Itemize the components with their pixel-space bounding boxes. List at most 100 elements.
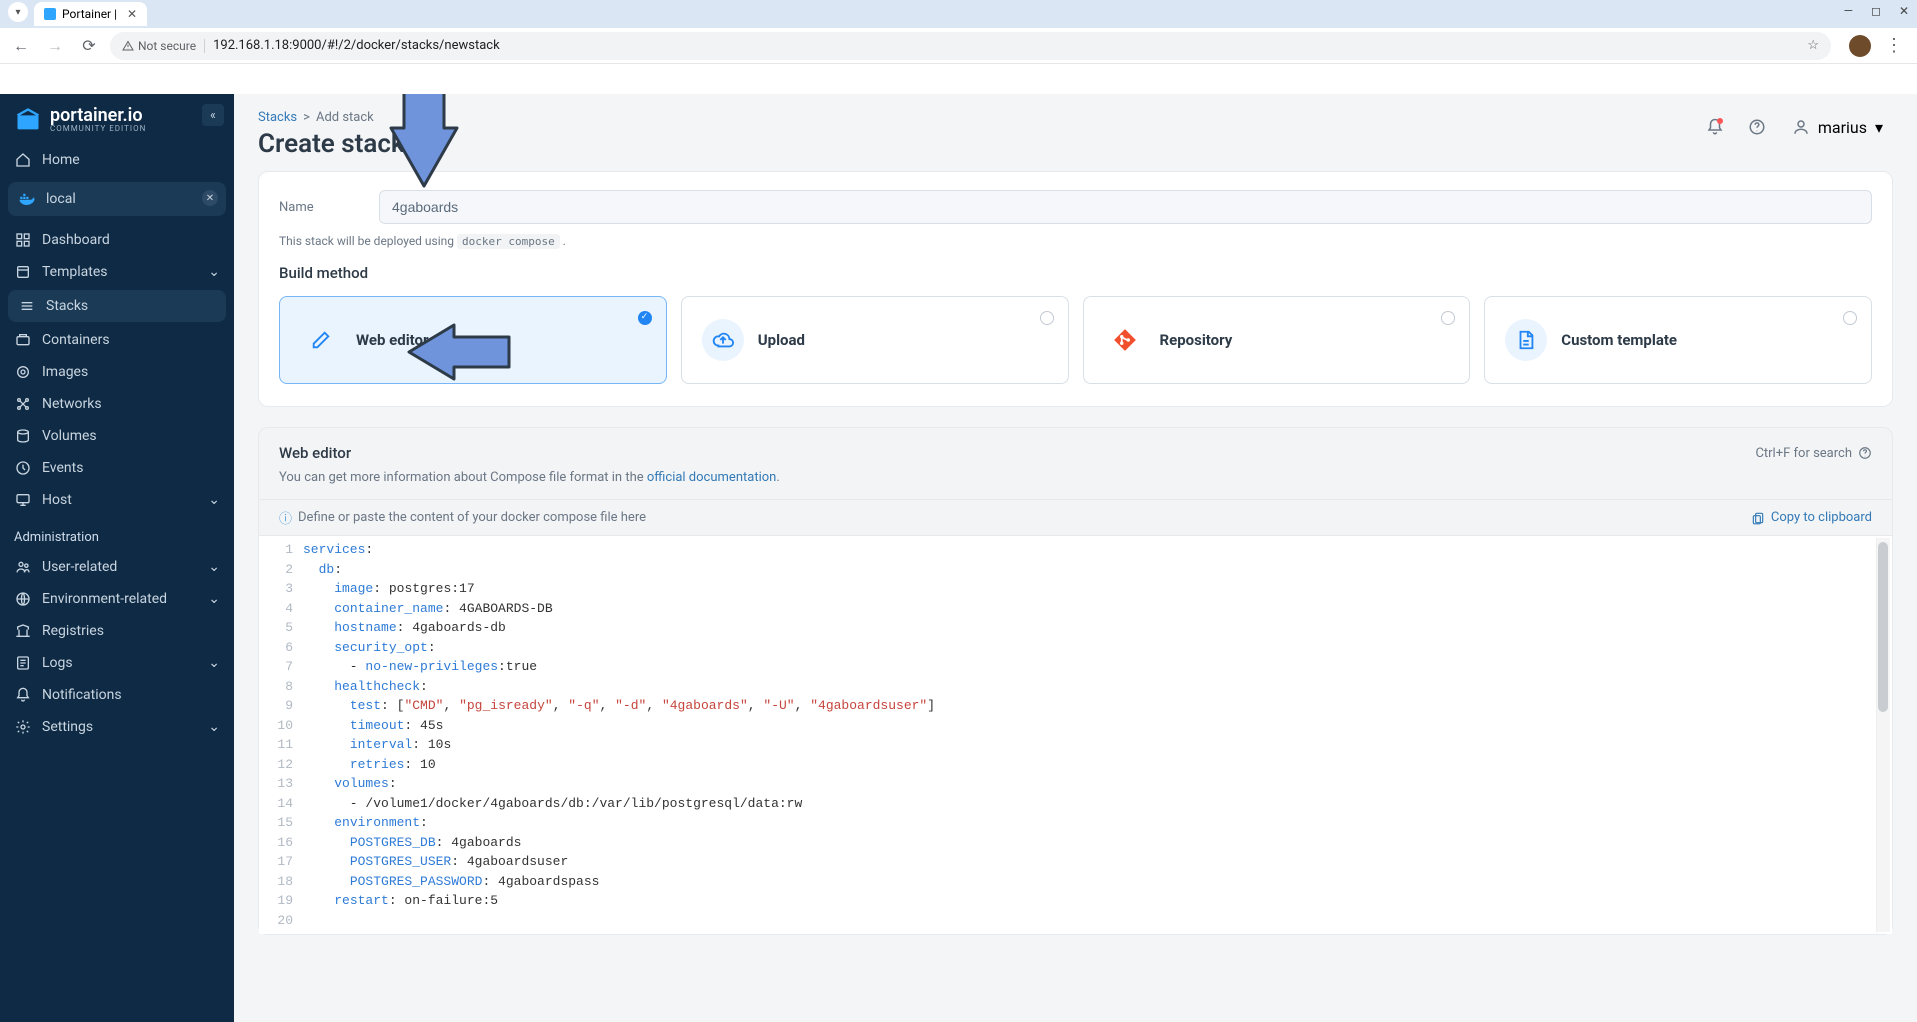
sidebar-item-containers[interactable]: Containers <box>0 324 234 356</box>
env-icon <box>14 591 32 607</box>
registries-icon <box>14 623 32 639</box>
sidebar-environment-chip[interactable]: local ✕ <box>8 182 226 216</box>
favicon-icon <box>44 8 56 20</box>
stack-name-input[interactable] <box>379 190 1872 224</box>
sidebar-item-label: Home <box>42 152 80 168</box>
method-label: Custom template <box>1561 331 1677 349</box>
sidebar-item-home[interactable]: Home <box>0 144 234 176</box>
tabs-dropdown-button[interactable]: ▾ <box>8 2 28 22</box>
security-indicator[interactable]: Not secure <box>122 39 205 53</box>
edit-icon <box>300 319 342 361</box>
sidebar-item-images[interactable]: Images <box>0 356 234 388</box>
sidebar-item-label: Networks <box>42 396 102 412</box>
maximize-button[interactable]: ◻ <box>1871 4 1881 18</box>
containers-icon <box>14 332 32 348</box>
help-button[interactable] <box>1740 110 1774 144</box>
editor-scrollbar[interactable] <box>1876 538 1890 932</box>
git-icon <box>1104 319 1146 361</box>
sidebar-item-templates[interactable]: Templates ⌄ <box>0 256 234 288</box>
copy-to-clipboard-button[interactable]: Copy to clipboard <box>1751 510 1872 525</box>
brand-name: portainer.io <box>50 107 146 125</box>
bookmarks-bar-spacer <box>0 64 1917 94</box>
user-menu[interactable]: marius ▾ <box>1782 114 1893 141</box>
volumes-icon <box>14 428 32 444</box>
sidebar-item-host[interactable]: Host⌄ <box>0 484 234 516</box>
build-method-upload[interactable]: Upload <box>681 296 1069 384</box>
radio-indicator <box>1040 311 1054 325</box>
sidebar-item-label: Environment-related <box>42 591 167 607</box>
sidebar-item-stacks[interactable]: Stacks <box>8 290 226 322</box>
close-env-icon[interactable]: ✕ <box>202 190 218 206</box>
sidebar-item-label: Host <box>42 492 72 508</box>
docs-link[interactable]: official documentation <box>647 470 776 485</box>
host-icon <box>14 492 32 508</box>
address-bar[interactable]: Not secure 192.168.1.18:9000/#!/2/docker… <box>110 32 1831 60</box>
breadcrumb-stacks-link[interactable]: Stacks <box>258 110 297 125</box>
breadcrumb: Stacks > Add stack <box>258 110 431 125</box>
environment-label: local <box>46 191 76 207</box>
chevron-down-icon: ⌄ <box>208 264 220 280</box>
refresh-icon[interactable] <box>413 135 431 153</box>
networks-icon <box>14 396 32 412</box>
breadcrumb-separator: > <box>303 110 310 125</box>
build-method-repository[interactable]: Repository <box>1083 296 1471 384</box>
sidebar-collapse-button[interactable]: « <box>202 104 224 126</box>
sidebar-item-dashboard[interactable]: Dashboard <box>0 224 234 256</box>
sidebar-item-label: Dashboard <box>42 232 110 248</box>
chevron-down-icon: ⌄ <box>208 655 220 671</box>
sidebar-item-label: Templates <box>42 264 108 280</box>
minimize-button[interactable]: ― <box>1844 4 1853 18</box>
close-window-button[interactable]: ✕ <box>1899 4 1909 18</box>
build-method-custom-template[interactable]: Custom template <box>1484 296 1872 384</box>
editor-subtext: You can get more information about Compo… <box>259 470 1892 499</box>
sidebar-admin-item-notifications[interactable]: Notifications <box>0 679 234 711</box>
close-tab-icon[interactable]: ✕ <box>127 7 137 21</box>
sidebar-admin-item-environment-related[interactable]: Environment-related⌄ <box>0 583 234 615</box>
sidebar-item-events[interactable]: Events <box>0 452 234 484</box>
sidebar-admin-item-settings[interactable]: Settings⌄ <box>0 711 234 743</box>
chevron-down-icon: ⌄ <box>208 559 220 575</box>
file-icon <box>1505 319 1547 361</box>
radio-indicator <box>1843 311 1857 325</box>
sidebar-item-label: Stacks <box>46 298 88 314</box>
warning-icon <box>122 40 134 52</box>
reload-button[interactable]: ⟳ <box>76 33 102 59</box>
browser-tab[interactable]: Portainer | ✕ <box>34 2 147 26</box>
scrollbar-thumb[interactable] <box>1878 542 1888 712</box>
clipboard-icon <box>1751 511 1765 525</box>
radio-indicator <box>638 311 652 325</box>
sidebar-item-volumes[interactable]: Volumes <box>0 420 234 452</box>
notifications-button[interactable] <box>1698 110 1732 144</box>
chevron-down-icon: ⌄ <box>208 719 220 735</box>
upload-icon <box>702 319 744 361</box>
sidebar-admin-item-logs[interactable]: Logs⌄ <box>0 647 234 679</box>
help-icon <box>1858 446 1872 460</box>
forward-button[interactable]: → <box>42 33 68 59</box>
sidebar-item-label: Volumes <box>42 428 97 444</box>
images-icon <box>14 364 32 380</box>
brand-logo-icon <box>14 106 42 134</box>
sidebar-item-networks[interactable]: Networks <box>0 388 234 420</box>
profile-avatar[interactable] <box>1849 35 1871 57</box>
stack-form-card: Name This stack will be deployed using d… <box>258 171 1893 407</box>
build-method-title: Build method <box>259 264 1892 296</box>
back-button[interactable]: ← <box>8 33 34 59</box>
editor-placeholder-hint: Define or paste the content of your dock… <box>298 510 646 525</box>
sidebar-admin-item-registries[interactable]: Registries <box>0 615 234 647</box>
app-root: portainer.io COMMUNITY EDITION « Home lo… <box>0 94 1917 1022</box>
sidebar-admin-item-user-related[interactable]: User-related⌄ <box>0 551 234 583</box>
bell-icon <box>14 687 32 703</box>
deploy-note: This stack will be deployed using docker… <box>259 234 1892 264</box>
home-icon <box>14 152 32 168</box>
line-gutter: 1234567891011121314151617181920 <box>259 536 303 934</box>
sidebar-section-header: Administration <box>0 516 234 551</box>
url-text: 192.168.1.18:9000/#!/2/docker/stacks/new… <box>213 38 500 53</box>
build-method-web-editor[interactable]: Web editor <box>279 296 667 384</box>
browser-menu-icon[interactable]: ⋮ <box>1885 35 1903 56</box>
notification-dot <box>1717 118 1723 124</box>
events-icon <box>14 460 32 476</box>
sidebar-item-label: Events <box>42 460 83 476</box>
bookmark-icon[interactable]: ☆ <box>1807 38 1819 53</box>
code-editor[interactable]: 1234567891011121314151617181920 services… <box>259 536 1892 934</box>
code-content[interactable]: services: db: image: postgres:17 contain… <box>303 536 1892 934</box>
